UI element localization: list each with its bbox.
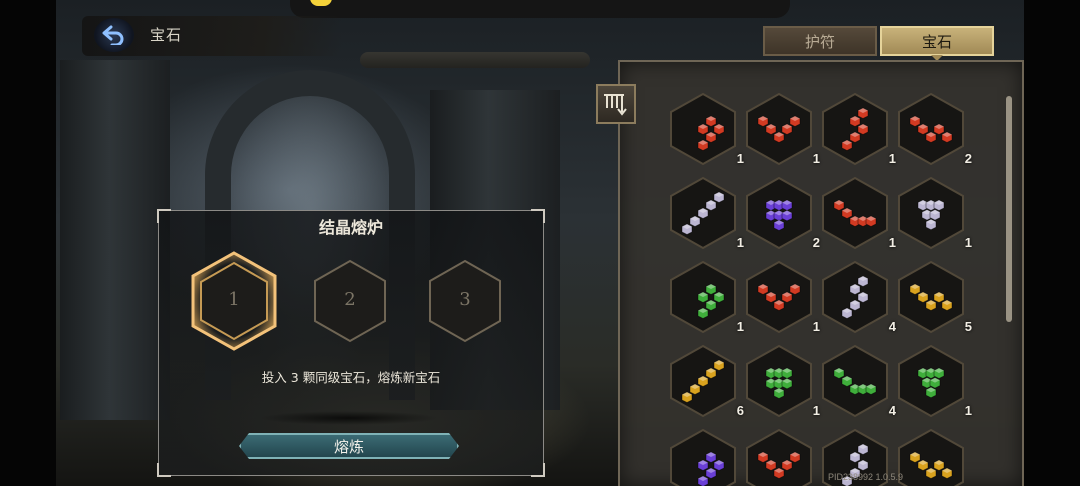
gem-count: 6 (736, 403, 744, 418)
gem-slot[interactable]: 2 (744, 176, 820, 250)
gem-hexagon-icon (746, 260, 812, 334)
slot-number: 2 (344, 289, 356, 310)
gem-hexagon-icon (746, 176, 812, 250)
forge-slot-3[interactable]: 3 (420, 251, 510, 351)
slot-number: 3 (459, 289, 471, 310)
gem-slot[interactable]: 1 (744, 260, 820, 334)
button-shadow (259, 411, 439, 425)
gem-slot[interactable]: 1 (820, 176, 896, 250)
gem-slot[interactable]: 2 (896, 92, 972, 166)
sort-descending-icon (604, 94, 627, 116)
gem-slot[interactable]: 1 (896, 176, 972, 250)
forge-description: 投入 3 颗同级宝石，熔炼新宝石 (261, 370, 441, 385)
screen-edge (1024, 0, 1080, 486)
tab-gem[interactable]: 宝石 (880, 26, 994, 61)
gem-count: 1 (964, 403, 972, 418)
gem-count: 1 (812, 403, 820, 418)
gem-slot[interactable] (744, 428, 814, 486)
inventory-scrollbar[interactable] (1006, 96, 1012, 322)
gem-slot[interactable]: 1 (668, 92, 744, 166)
gem-hexagon-icon (822, 92, 888, 166)
gem-slot[interactable]: 4 (820, 260, 896, 334)
notification-icon (310, 0, 332, 6)
decorative-ornament (360, 52, 590, 68)
gem-count: 1 (812, 151, 820, 166)
tab-amulet[interactable]: 护符 (763, 26, 877, 56)
gem-hexagon-icon (670, 92, 736, 166)
back-arrow-icon (102, 25, 124, 45)
gem-hexagon-icon (670, 344, 736, 418)
gem-count: 1 (812, 319, 820, 334)
gem-slot[interactable]: 1 (744, 344, 820, 418)
gem-count: 1 (736, 151, 744, 166)
forge-slot-1[interactable]: 1 (189, 251, 279, 351)
page-title: 宝石 (150, 26, 183, 44)
gem-slot[interactable]: 1 (820, 92, 896, 166)
gem-hexagon-icon (898, 92, 964, 166)
gem-slot[interactable]: 4 (820, 344, 896, 418)
corner-ornament (157, 463, 171, 477)
smelt-button[interactable]: 熔炼 (239, 433, 459, 459)
gem-hexagon-icon (746, 92, 812, 166)
gem-hexagon-icon (670, 428, 736, 486)
gem-slot[interactable] (668, 428, 738, 486)
gem-hexagon-icon (898, 260, 964, 334)
gem-hexagon-icon (898, 176, 964, 250)
gem-slot[interactable]: 5 (896, 260, 972, 334)
gem-count: 1 (888, 151, 896, 166)
gem-count: 2 (812, 235, 820, 250)
gem-count: 5 (964, 319, 972, 334)
gem-hexagon-icon (822, 176, 888, 250)
gem-count: 1 (736, 235, 744, 250)
crystal-forge-panel: 结晶熔炉 1 2 3 投入 3 颗同级宝石，熔炼新宝石 熔炼 (157, 209, 545, 477)
gem-slot[interactable]: 6 (668, 344, 744, 418)
gem-slot[interactable]: 1 (668, 260, 744, 334)
gem-count: 1 (888, 235, 896, 250)
gem-hexagon-icon (898, 428, 964, 486)
gem-hexagon-icon (822, 260, 888, 334)
gem-count: 4 (888, 403, 896, 418)
gem-hexagon-icon (746, 344, 812, 418)
forge-slot-2[interactable]: 2 (305, 251, 395, 351)
gem-slot[interactable]: 1 (668, 176, 744, 250)
gem-hexagon-icon (670, 260, 736, 334)
screen-edge (0, 0, 56, 486)
gem-slot[interactable]: 1 (744, 92, 820, 166)
gem-hexagon-icon (670, 176, 736, 250)
sort-button[interactable] (596, 84, 636, 124)
gem-count: 4 (888, 319, 896, 334)
back-button[interactable] (94, 18, 134, 52)
stone-pillar (60, 60, 170, 420)
top-notification-bar (290, 0, 790, 18)
gem-hexagon-icon (822, 344, 888, 418)
gem-slot[interactable] (896, 428, 966, 486)
gem-hexagon-icon (898, 344, 964, 418)
corner-ornament (531, 463, 545, 477)
version-label: PID238992 1.0.5.9 (828, 472, 904, 482)
gem-count: 1 (736, 319, 744, 334)
gem-count: 1 (964, 235, 972, 250)
forge-title: 结晶熔炉 (318, 218, 383, 237)
gem-hexagon-icon (746, 428, 812, 486)
slot-number: 1 (228, 289, 240, 310)
gem-count: 2 (964, 151, 972, 166)
gem-inventory-panel: 1 1 1 2 1 2 1 1 1 1 4 5 6 1 4 1 (618, 60, 1024, 486)
gem-slot[interactable]: 1 (896, 344, 972, 418)
